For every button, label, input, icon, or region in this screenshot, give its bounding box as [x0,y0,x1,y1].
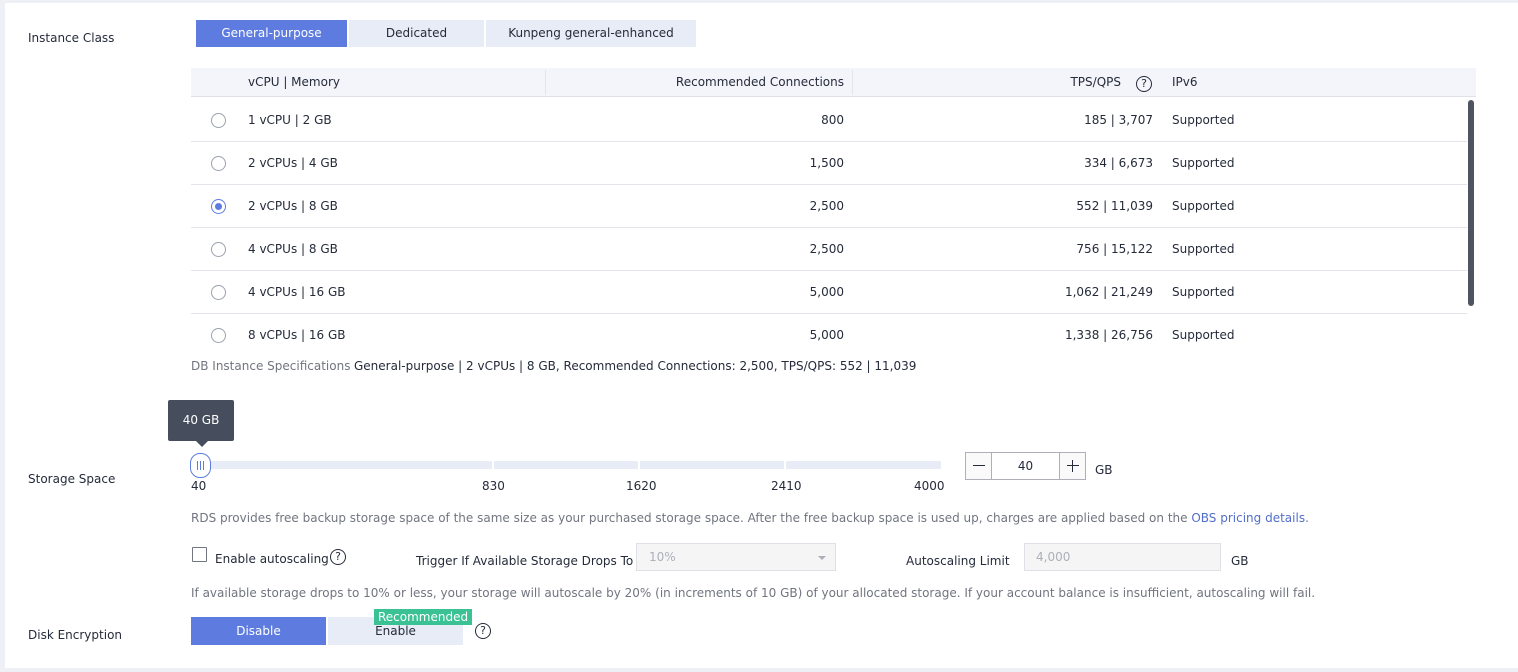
table-scrollbar[interactable] [1468,100,1474,306]
autoscaling-help-icon[interactable]: ? [330,549,346,565]
slider-mark [784,461,786,469]
table-row[interactable]: 2 vCPUs | 8 GB 2,500 552 | 11,039 Suppor… [191,185,1467,228]
header-tps-qps: TPS/QPS [1070,75,1121,89]
row-connections: 2,500 [809,242,844,256]
row-ipv6: Supported [1172,285,1235,299]
recommended-badge: Recommended [374,609,473,625]
slider-tick: 1620 [626,479,657,493]
slider-tick: 830 [482,479,505,493]
radio-icon[interactable] [211,113,226,128]
row-tps-qps: 185 | 3,707 [1084,113,1153,127]
plus-icon [1067,465,1079,466]
row-spec: 2 vCPUs | 4 GB [248,156,338,170]
storage-increase-button[interactable] [1059,453,1085,479]
radio-icon[interactable] [211,328,226,343]
slider-tick: 2410 [771,479,802,493]
tps-help-icon[interactable]: ? [1136,76,1152,92]
storage-unit: GB [1095,463,1113,477]
row-ipv6: Supported [1172,242,1235,256]
instance-class-label: Instance Class [28,31,115,45]
radio-icon[interactable] [211,242,226,257]
row-connections: 1,500 [809,156,844,170]
slider-tick: 4000 [914,479,945,493]
row-ipv6: Supported [1172,328,1235,342]
row-tps-qps: 1,062 | 21,249 [1064,285,1153,299]
radio-icon[interactable] [211,285,226,300]
row-spec: 4 vCPUs | 8 GB [248,242,338,256]
row-ipv6: Supported [1172,113,1235,127]
disk-encryption-disable-button[interactable]: Disable [191,617,326,645]
trigger-value: 10% [649,550,676,564]
table-row[interactable]: 2 vCPUs | 4 GB 1,500 334 | 6,673 Support… [191,142,1467,185]
header-vcpu-memory: vCPU | Memory [248,75,340,89]
encryption-help-icon[interactable]: ? [475,623,491,639]
row-ipv6: Supported [1172,199,1235,213]
db-instance-spec-value: General-purpose | 2 vCPUs | 8 GB, Recomm… [354,359,917,373]
obs-pricing-link[interactable]: OBS pricing details [1191,511,1305,525]
table-header: vCPU | Memory Recommended Connections TP… [191,68,1476,97]
disk-encryption-label: Disk Encryption [28,628,123,642]
trigger-label: Trigger If Available Storage Drops To [416,554,634,568]
radio-icon[interactable] [211,156,226,171]
instance-class-dedicated-button[interactable]: Dedicated [349,20,484,47]
minus-icon [973,465,985,466]
storage-slider-track[interactable] [191,461,941,469]
table-row[interactable]: 1 vCPU | 2 GB 800 185 | 3,707 Supported [191,99,1467,142]
table-row[interactable]: 8 vCPUs | 16 GB 5,000 1,338 | 26,756 Sup… [191,314,1467,349]
row-connections: 2,500 [809,199,844,213]
trigger-select[interactable]: 10% [636,543,836,571]
autoscaling-note: If available storage drops to 10% or les… [191,586,1316,600]
db-instance-spec-label: DB Instance Specifications [191,359,351,373]
slider-mark [492,461,494,469]
row-tps-qps: 334 | 6,673 [1084,156,1153,170]
row-tps-qps: 552 | 11,039 [1076,199,1153,213]
instance-class-kunpeng-button[interactable]: Kunpeng general-enhanced [486,20,696,47]
slider-tick: 40 [191,479,207,493]
row-connections: 5,000 [809,285,844,299]
instance-class-general-purpose-button[interactable]: General-purpose [196,20,347,47]
storage-slider-handle[interactable] [190,453,211,478]
row-tps-qps: 756 | 15,122 [1076,242,1153,256]
storage-decrease-button[interactable] [966,453,992,479]
autoscaling-limit-unit: GB [1231,554,1249,568]
chevron-down-icon [818,556,826,560]
storage-tooltip: 40 GB [168,400,234,447]
row-connections: 5,000 [809,328,844,342]
row-ipv6: Supported [1172,156,1235,170]
header-ipv6: IPv6 [1172,75,1198,89]
row-spec: 1 vCPU | 2 GB [248,113,332,127]
header-divider [852,70,853,95]
row-spec: 4 vCPUs | 16 GB [248,285,346,299]
row-spec: 8 vCPUs | 16 GB [248,328,346,342]
enable-autoscaling-label[interactable]: Enable autoscaling [215,552,329,566]
table-row[interactable]: 4 vCPUs | 16 GB 5,000 1,062 | 21,249 Sup… [191,271,1467,314]
instance-class-selector: General-purpose Dedicated Kunpeng genera… [196,20,698,47]
row-connections: 800 [821,113,844,127]
table-row[interactable]: 4 vCPUs | 8 GB 2,500 756 | 15,122 Suppor… [191,228,1467,271]
storage-stepper [965,452,1086,480]
header-recommended-connections: Recommended Connections [675,75,844,89]
autoscaling-limit-label: Autoscaling Limit [906,554,1010,568]
row-spec: 2 vCPUs | 8 GB [248,199,338,213]
instance-spec-table: vCPU | Memory Recommended Connections TP… [191,68,1476,349]
checkbox-icon[interactable] [192,547,207,562]
storage-input[interactable] [992,453,1059,479]
autoscaling-limit-input[interactable]: 4,000 [1024,543,1221,571]
slider-mark [638,461,640,469]
row-tps-qps: 1,338 | 26,756 [1064,328,1153,342]
header-divider [545,70,546,95]
radio-icon[interactable] [211,199,226,214]
backup-note: RDS provides free backup storage space o… [191,511,1309,525]
storage-space-label: Storage Space [28,472,116,486]
